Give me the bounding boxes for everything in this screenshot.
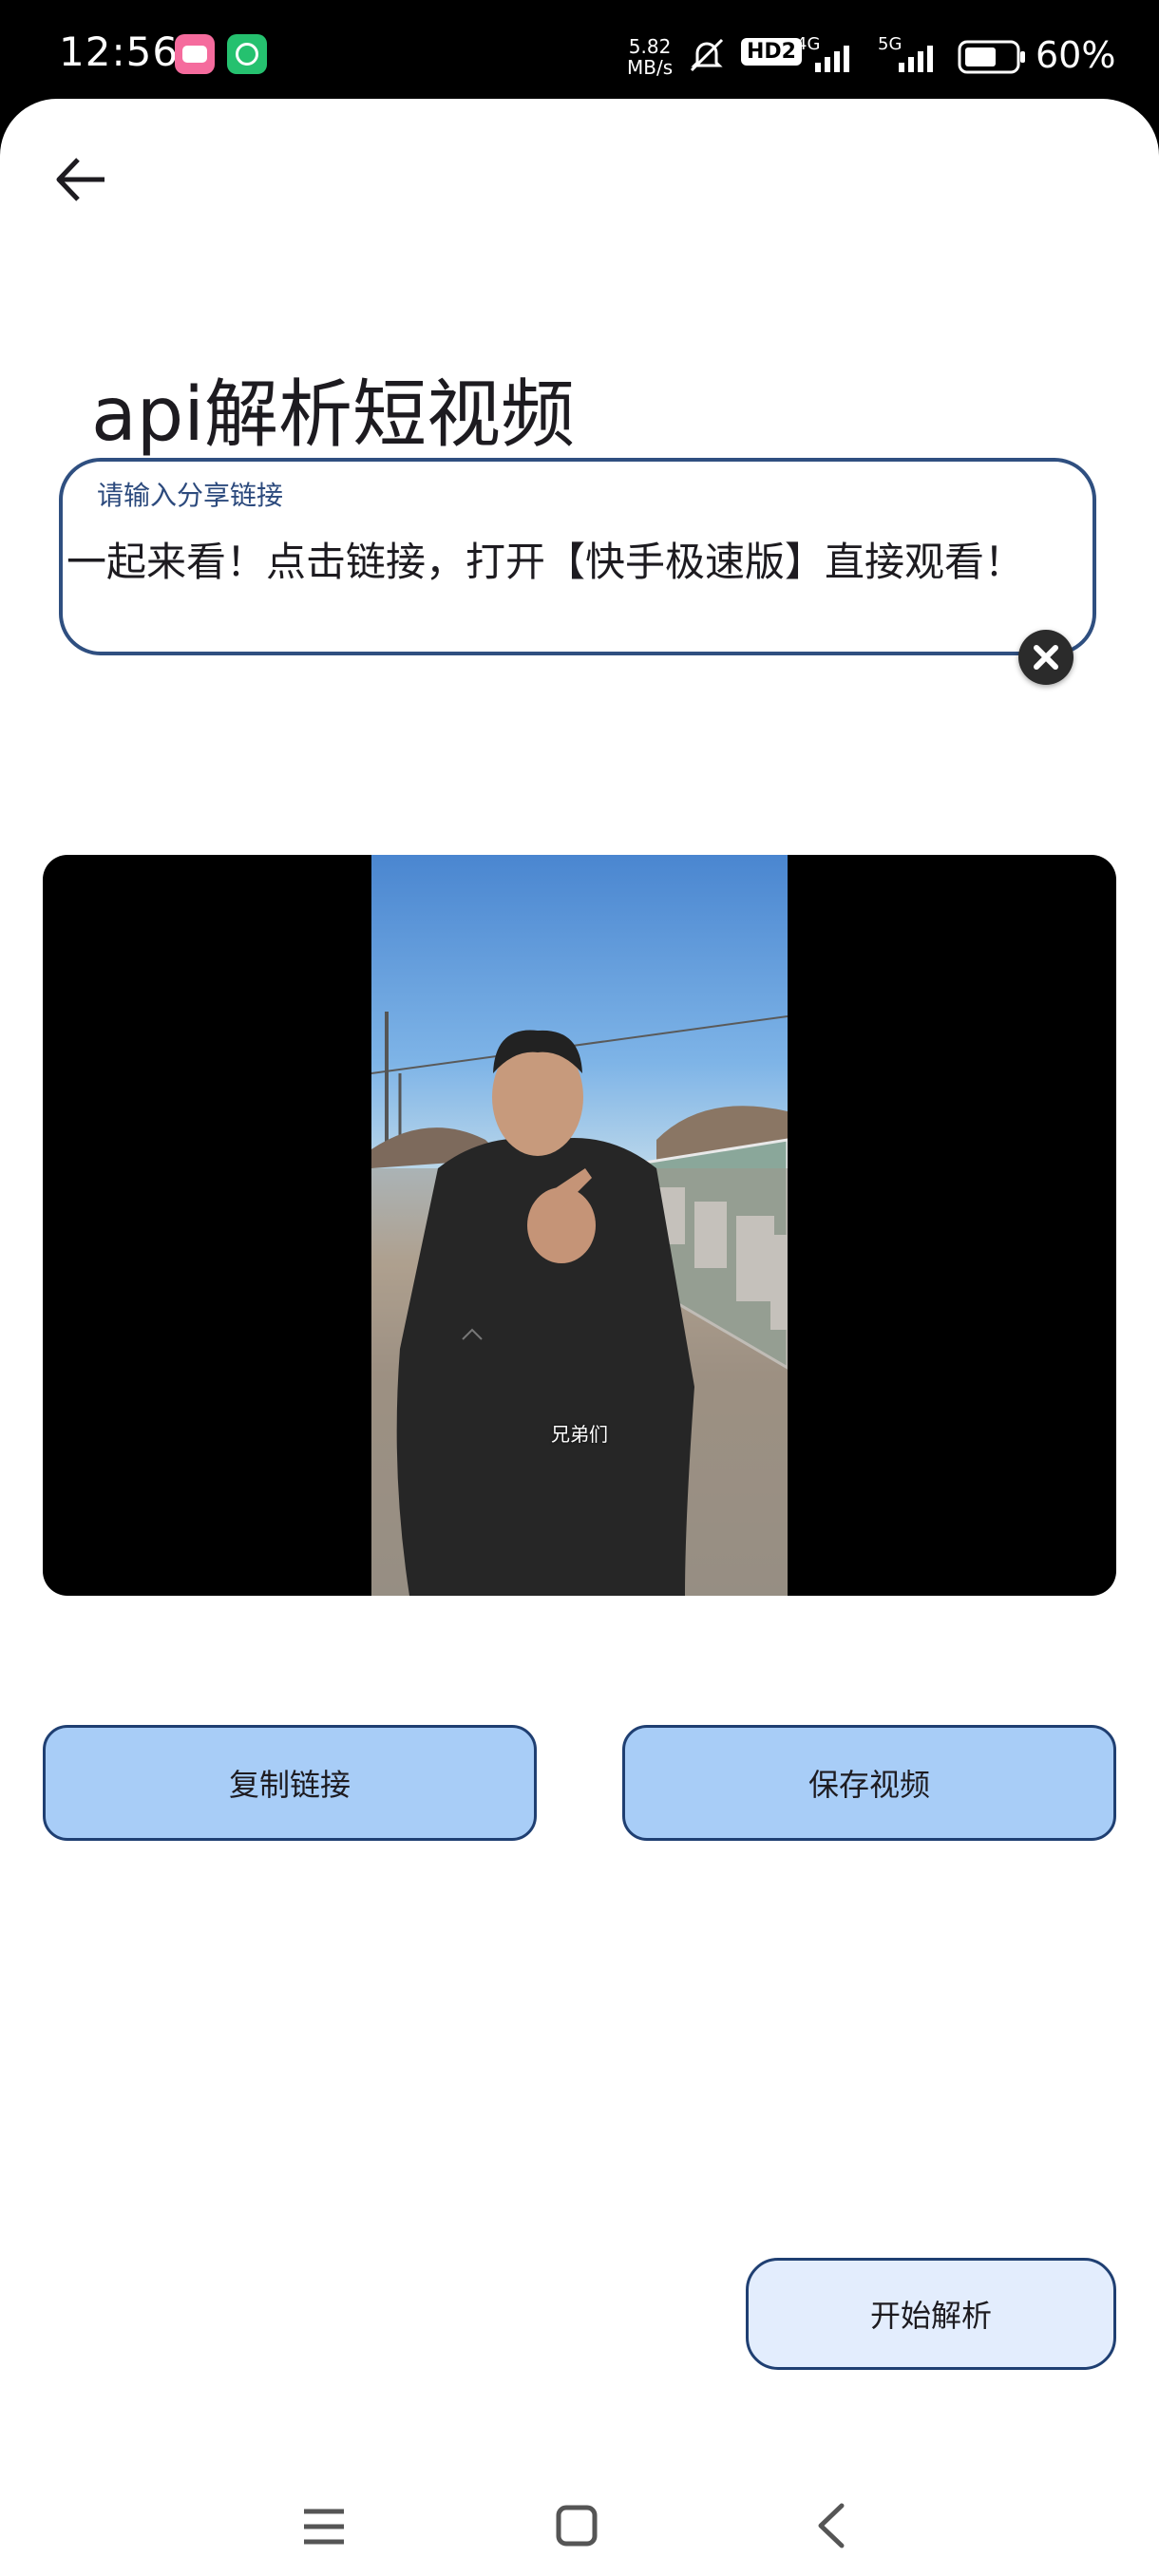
video-subtitle: 兄弟们 — [551, 1423, 608, 1446]
close-circle-icon[interactable] — [1018, 630, 1074, 685]
battery-icon — [958, 40, 1025, 74]
share-link-label: 请输入分享链接 — [97, 480, 284, 511]
signal-icon-2 — [899, 46, 933, 72]
mute-bell-icon — [690, 38, 724, 72]
bilibili-app-icon — [175, 34, 215, 74]
status-time: 12:56 — [59, 28, 180, 75]
system-nav-bar — [0, 2479, 1159, 2555]
home-square-icon[interactable] — [555, 2504, 598, 2548]
save-video-button[interactable]: 保存视频 — [622, 1725, 1116, 1841]
arrow-left-icon[interactable] — [48, 146, 114, 213]
green-app-icon — [227, 34, 267, 74]
video-frame: 兄弟们 — [371, 855, 788, 1596]
hd-badge: HD2 — [741, 38, 802, 66]
battery-percent: 60% — [1036, 34, 1116, 76]
network-speed-unit: MB/s — [627, 56, 674, 79]
network-speed: 5.82 MB/s — [627, 36, 673, 78]
copy-link-button[interactable]: 复制链接 — [43, 1725, 537, 1841]
signal-icon-1 — [815, 46, 849, 72]
share-link-value[interactable]: 一起来看！点击链接，打开【快手极速版】直接观看！ — [66, 530, 1054, 588]
video-player[interactable]: 兄弟们 — [43, 855, 1116, 1596]
status-bar: 12:56 5.82 MB/s HD2 4G 5G 60% — [0, 0, 1159, 114]
page-title: api解析短视频 — [91, 372, 575, 458]
menu-icon[interactable] — [302, 2506, 346, 2548]
start-parse-button[interactable]: 开始解析 — [746, 2258, 1116, 2370]
network-speed-value: 5.82 — [628, 35, 672, 58]
back-chevron-icon[interactable] — [813, 2502, 847, 2549]
share-link-input[interactable]: 请输入分享链接 一起来看！点击链接，打开【快手极速版】直接观看！ — [59, 458, 1096, 655]
video-scene-image — [371, 1012, 788, 1596]
